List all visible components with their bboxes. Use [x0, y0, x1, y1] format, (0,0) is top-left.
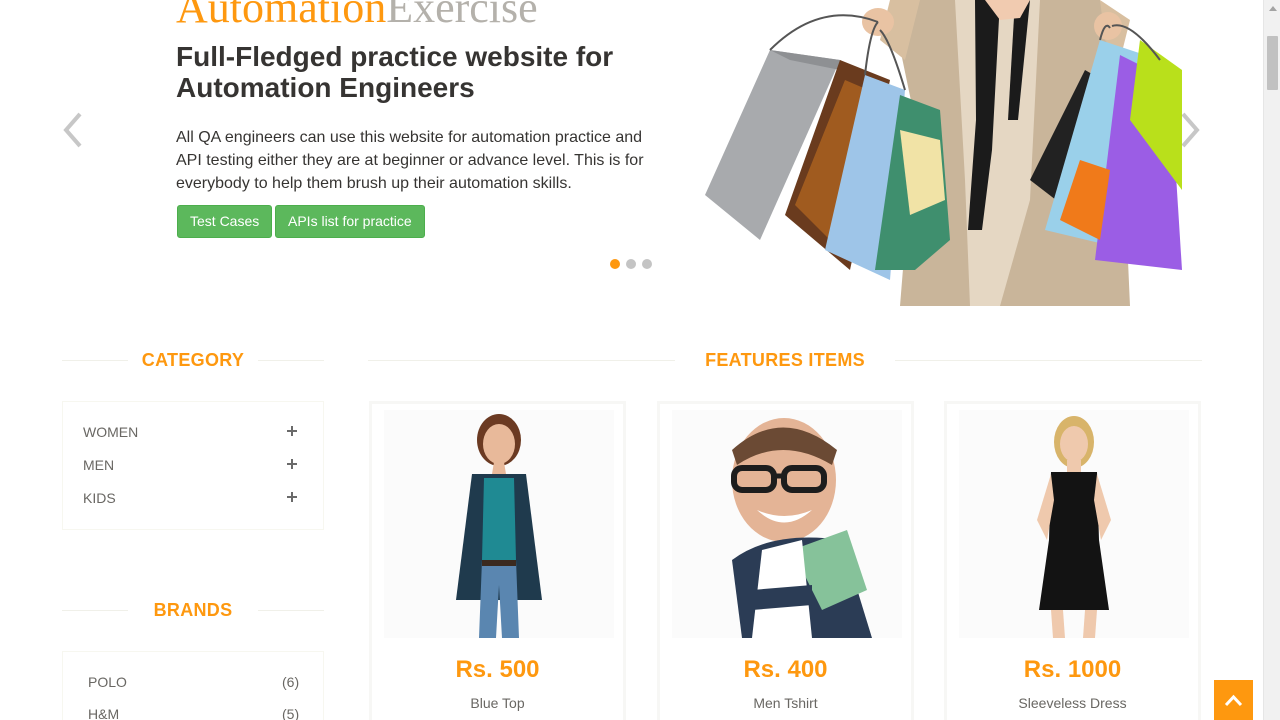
product-card: Rs. 400 Men Tshirt	[657, 401, 914, 720]
brand-hm[interactable]: H&M	[88, 706, 119, 720]
product-image-men-tshirt[interactable]	[672, 410, 902, 638]
brand-logo-text: AutomationExercise	[176, 0, 538, 30]
product-price: Rs. 500	[455, 656, 540, 683]
features-title: FEATURES ITEMS	[705, 350, 865, 370]
hero-shopping-girl-image	[705, 0, 1182, 306]
product-price: Rs. 400	[743, 656, 828, 683]
chevron-left-icon[interactable]	[58, 110, 88, 150]
product-card: Rs. 1000 Sleeveless Dress	[944, 401, 1201, 720]
carousel-indicator-1[interactable]	[610, 259, 620, 269]
product-image-blue-top[interactable]	[384, 410, 614, 638]
scroll-to-top-button[interactable]	[1214, 680, 1253, 720]
product-name: Blue Top	[470, 695, 525, 711]
brand-polo[interactable]: POLO	[88, 674, 127, 690]
plus-icon[interactable]	[287, 459, 297, 469]
category-panel: WOMEN MEN KIDS	[62, 401, 324, 530]
hero-heading: Full-Fledged practice website for Automa…	[176, 41, 614, 103]
product-image-sleeveless-dress[interactable]	[959, 410, 1189, 638]
category-kids[interactable]: KIDS	[83, 490, 116, 506]
brand-part2: Exercise	[386, 0, 538, 32]
hero-description: All QA engineers can use this website fo…	[176, 129, 644, 192]
category-title-line-right	[258, 360, 324, 361]
category-men[interactable]: MEN	[83, 457, 114, 473]
product-card: Rs. 500 Blue Top	[369, 401, 626, 720]
scrollbar-thumb[interactable]	[1267, 36, 1278, 90]
product-name: Men Tshirt	[753, 695, 818, 711]
brand-part1: Automation	[176, 0, 387, 32]
brands-title-line-left	[62, 610, 128, 611]
product-price: Rs. 1000	[1023, 656, 1122, 683]
product-name: Sleeveless Dress	[1018, 695, 1127, 711]
brand-hm-count: (5)	[282, 706, 300, 720]
brands-title-line-right	[258, 610, 324, 611]
brands-panel: POLO (6) H&M (5)	[62, 651, 324, 720]
brands-title: BRANDS	[153, 600, 233, 620]
brand-polo-count: (6)	[282, 674, 300, 690]
carousel-indicator-3[interactable]	[642, 259, 652, 269]
hero-carousel: AutomationExercise Full-Fledged practice…	[0, 0, 1263, 310]
page-scrollbar[interactable]	[1263, 0, 1280, 720]
category-title-line-left	[62, 360, 128, 361]
plus-icon[interactable]	[287, 492, 297, 502]
scroll-up-arrow-icon[interactable]	[1264, 0, 1280, 17]
carousel-indicator-2[interactable]	[626, 259, 636, 269]
category-title: CATEGORY	[141, 350, 245, 370]
features-title-line-right	[895, 360, 1202, 361]
features-title-line-left	[368, 360, 675, 361]
plus-icon[interactable]	[287, 426, 297, 436]
apis-list-button[interactable]: APIs list for practice	[275, 205, 425, 238]
test-cases-button[interactable]: Test Cases	[177, 205, 273, 238]
chevron-up-icon	[1224, 694, 1243, 707]
carousel-indicators	[610, 259, 652, 269]
category-women[interactable]: WOMEN	[83, 424, 138, 440]
